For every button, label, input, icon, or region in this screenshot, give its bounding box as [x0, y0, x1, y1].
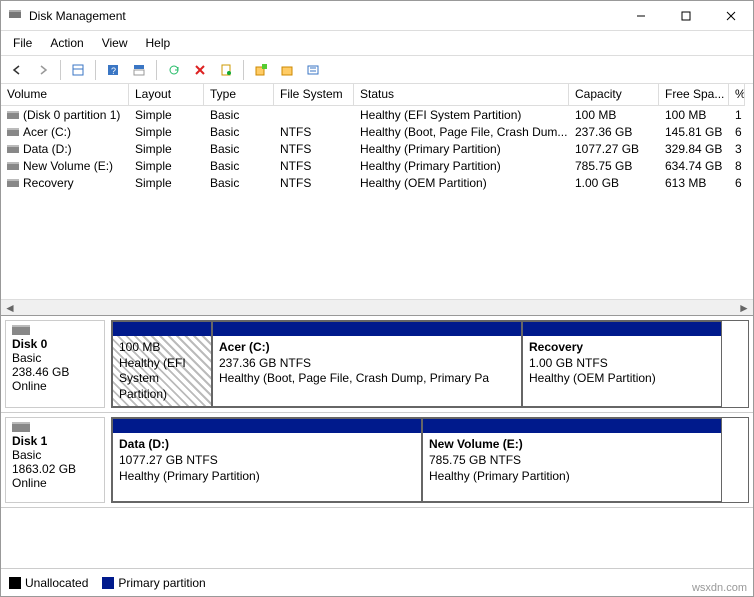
volume-row[interactable]: Data (D:)SimpleBasicNTFSHealthy (Primary… — [1, 140, 753, 157]
properties-icon[interactable] — [214, 59, 238, 81]
disk-entry: Disk 1Basic1863.02 GBOnlineData (D:)1077… — [1, 413, 753, 508]
forward-button[interactable] — [31, 59, 55, 81]
menu-action[interactable]: Action — [42, 33, 91, 53]
menu-file[interactable]: File — [5, 33, 40, 53]
disk-label[interactable]: Disk 0Basic238.46 GBOnline — [5, 320, 105, 408]
toolbar: ? — [1, 56, 753, 84]
title-bar: Disk Management — [1, 1, 753, 31]
view-top-icon[interactable] — [127, 59, 151, 81]
col-capacity[interactable]: Capacity — [569, 84, 659, 106]
disk-entry: Disk 0Basic238.46 GBOnline100 MBHealthy … — [1, 316, 753, 413]
volume-list-header: Volume Layout Type File System Status Ca… — [1, 84, 753, 106]
scroll-right-icon[interactable]: ► — [737, 301, 751, 315]
disk-map-pane: Disk 0Basic238.46 GBOnline100 MBHealthy … — [1, 316, 753, 568]
help-icon[interactable]: ? — [101, 59, 125, 81]
new-partition-icon[interactable] — [249, 59, 273, 81]
partition[interactable]: New Volume (E:)785.75 GB NTFSHealthy (Pr… — [422, 418, 722, 502]
partition[interactable]: 100 MBHealthy (EFI System Partition) — [112, 321, 212, 407]
watermark: wsxdn.com — [692, 582, 747, 594]
app-icon — [7, 6, 23, 25]
menu-bar: File Action View Help — [1, 31, 753, 56]
legend-primary-label: Primary partition — [118, 576, 205, 590]
minimize-button[interactable] — [618, 1, 663, 31]
menu-view[interactable]: View — [94, 33, 136, 53]
col-status[interactable]: Status — [354, 84, 569, 106]
volume-row[interactable]: New Volume (E:)SimpleBasicNTFSHealthy (P… — [1, 157, 753, 174]
menu-help[interactable]: Help — [138, 33, 179, 53]
volume-row[interactable]: Acer (C:)SimpleBasicNTFSHealthy (Boot, P… — [1, 123, 753, 140]
col-volume[interactable]: Volume — [1, 84, 129, 106]
maximize-button[interactable] — [663, 1, 708, 31]
close-button[interactable] — [708, 1, 753, 31]
volume-list-body[interactable]: (Disk 0 partition 1)SimpleBasicHealthy (… — [1, 106, 753, 299]
disk-map: 100 MBHealthy (EFI System Partition)Acer… — [111, 320, 749, 408]
legend: Unallocated Primary partition — [1, 568, 753, 596]
delete-icon[interactable] — [188, 59, 212, 81]
back-button[interactable] — [5, 59, 29, 81]
disk-map: Data (D:)1077.27 GB NTFSHealthy (Primary… — [111, 417, 749, 503]
col-free[interactable]: Free Spa... — [659, 84, 729, 106]
partition[interactable]: Data (D:)1077.27 GB NTFSHealthy (Primary… — [112, 418, 422, 502]
view-list-icon[interactable] — [66, 59, 90, 81]
window-title: Disk Management — [29, 9, 618, 23]
col-type[interactable]: Type — [204, 84, 274, 106]
legend-unallocated-label: Unallocated — [25, 576, 88, 590]
col-filesystem[interactable]: File System — [274, 84, 354, 106]
legend-primary: Primary partition — [102, 576, 205, 590]
refresh-icon[interactable] — [162, 59, 186, 81]
partition-icon[interactable] — [275, 59, 299, 81]
partition[interactable]: Recovery1.00 GB NTFSHealthy (OEM Partiti… — [522, 321, 722, 407]
col-percent[interactable]: % — [729, 84, 745, 106]
volume-list: Volume Layout Type File System Status Ca… — [1, 84, 753, 316]
settings-icon[interactable] — [301, 59, 325, 81]
partition[interactable]: Acer (C:)237.36 GB NTFSHealthy (Boot, Pa… — [212, 321, 522, 407]
horizontal-scrollbar[interactable]: ◄ ► — [1, 299, 753, 315]
legend-unallocated: Unallocated — [9, 576, 88, 590]
volume-row[interactable]: (Disk 0 partition 1)SimpleBasicHealthy (… — [1, 106, 753, 123]
disk-label[interactable]: Disk 1Basic1863.02 GBOnline — [5, 417, 105, 503]
scroll-left-icon[interactable]: ◄ — [3, 301, 17, 315]
col-layout[interactable]: Layout — [129, 84, 204, 106]
volume-row[interactable]: RecoverySimpleBasicNTFSHealthy (OEM Part… — [1, 174, 753, 191]
svg-text:?: ? — [111, 66, 116, 76]
